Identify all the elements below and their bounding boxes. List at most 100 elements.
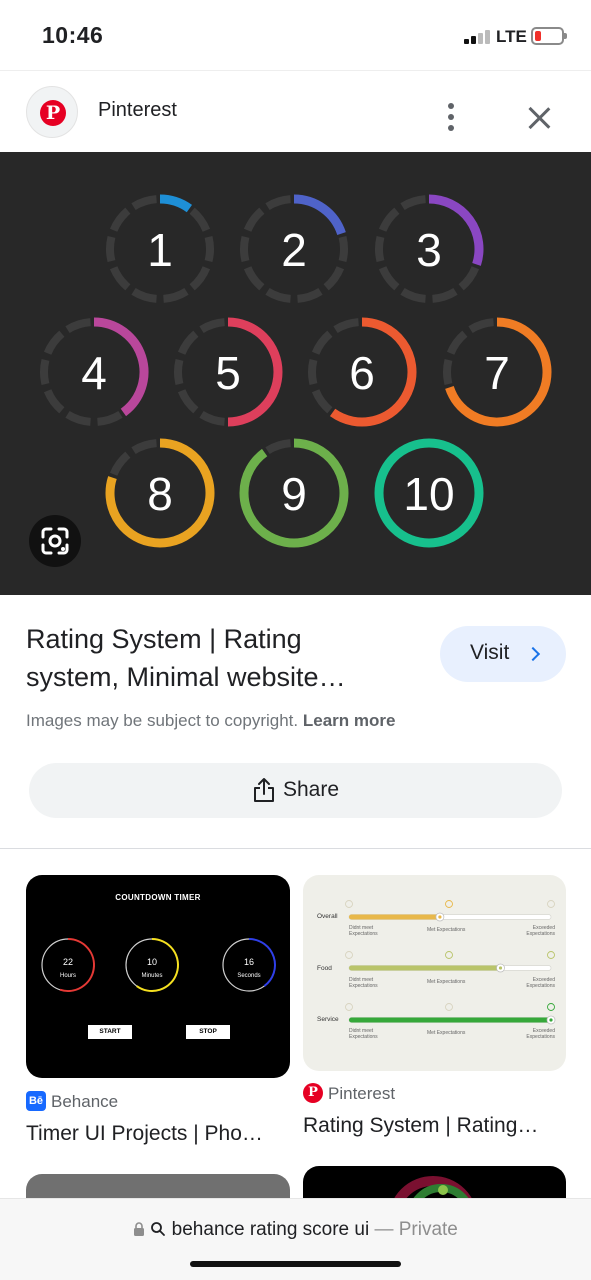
rating-slider — [345, 951, 555, 973]
timer-unit: Minutes — [141, 973, 162, 979]
timer-value: 16 — [244, 957, 254, 967]
related-title[interactable]: Rating System | Rating… — [303, 1114, 566, 1138]
result-title[interactable]: Rating System | Rating system, Minimal w… — [26, 620, 416, 696]
related-title[interactable]: Timer UI Projects | Pho… — [26, 1122, 290, 1146]
ring-track-segment — [43, 330, 65, 355]
rating-row-label: Overall — [317, 913, 338, 920]
rating-ring: 3 — [375, 194, 484, 303]
ring-number: 1 — [147, 224, 173, 276]
ring-track-segment — [163, 287, 189, 303]
ring-number: 3 — [416, 224, 442, 276]
ring-track-segment — [311, 330, 333, 355]
source-name[interactable]: Pinterest — [98, 99, 177, 122]
ring-track-segment — [199, 410, 225, 426]
more-options-icon[interactable] — [440, 101, 462, 133]
ring-track-segment — [174, 358, 184, 386]
lock-icon — [134, 1222, 145, 1236]
timer-value: 10 — [147, 957, 157, 967]
copyright-text: Images may be subject to copyright. — [26, 711, 303, 730]
ring-track-segment — [458, 266, 480, 291]
timer-unit: Hours — [60, 973, 76, 979]
rating-ring: 8 — [105, 438, 215, 548]
rating-ring: 4 — [40, 317, 149, 426]
ring-track-segment — [189, 266, 211, 291]
scale-low: Didnt meet Expectations — [349, 1028, 378, 1040]
ring-track-segment — [97, 410, 123, 426]
address-text[interactable]: behance rating score ui — Private — [0, 1219, 591, 1241]
smiley-icon — [547, 900, 555, 908]
ring-track-segment — [323, 266, 345, 291]
close-icon[interactable] — [524, 103, 554, 133]
status-bar: 10:46 LTE — [0, 0, 591, 70]
scale-high: Exceeded Expectations — [526, 977, 555, 989]
smiley-icon — [345, 1003, 353, 1011]
ring-track-segment — [265, 439, 291, 455]
result-title-line1: Rating System | Rating — [26, 624, 302, 654]
ring-number: 4 — [81, 347, 107, 399]
rating-slider — [345, 1003, 556, 1025]
ring-track-segment — [43, 389, 65, 414]
ring-track-segment — [400, 287, 426, 303]
ring-track-segment — [199, 318, 225, 334]
ring-track-segment — [378, 266, 400, 291]
lens-search-button[interactable] — [29, 515, 81, 567]
learn-more-link[interactable]: Learn more — [303, 711, 396, 730]
share-label: Share — [283, 778, 340, 801]
ring-number: 8 — [147, 468, 173, 520]
rating-ring: 2 — [240, 194, 348, 303]
smiley-icon — [345, 900, 353, 908]
smiley-icon — [345, 951, 353, 959]
rating-row-label: Service — [317, 1016, 339, 1023]
rating-ring: 6 — [308, 317, 417, 427]
smiley-icon — [445, 951, 453, 959]
smiley-icon — [547, 951, 555, 959]
scale-low: Didnt meet Expectations — [349, 925, 378, 937]
divider — [0, 848, 591, 849]
ring-track-segment — [243, 266, 265, 291]
slider-thumb-dot — [498, 966, 503, 970]
ring-track-segment — [308, 358, 318, 386]
related-source[interactable]: Behance — [51, 1092, 118, 1112]
ring-number: 7 — [484, 347, 510, 399]
source-header: P Pinterest — [0, 70, 591, 152]
timer-unit: Seconds — [237, 973, 260, 979]
timer-dial: 22 Hours — [41, 938, 95, 992]
ring-progress-arc — [159, 194, 193, 213]
home-indicator[interactable] — [190, 1261, 401, 1267]
related-image-timer[interactable]: COUNTDOWN TIMER 22 Hours 10 Minutes 16 Second… — [26, 875, 290, 1078]
result-title-line2: system, Minimal website… — [26, 662, 346, 692]
ring-number: 2 — [281, 224, 307, 276]
ring-number: 6 — [349, 347, 375, 399]
ring-track-segment — [177, 389, 199, 414]
timer-dial: 10 Minutes — [125, 938, 180, 992]
smiley-icon — [445, 900, 453, 908]
share-button[interactable]: Share — [29, 763, 562, 818]
scale-low: Didnt meet Expectations — [349, 977, 378, 989]
pinterest-logo-icon[interactable]: P — [26, 86, 78, 138]
behance-logo-icon: Bē — [26, 1091, 46, 1111]
preview-image[interactable]: 1 2 3 4 5 6 7 8 9 10 — [0, 152, 591, 595]
ring-track-segment — [333, 318, 359, 334]
ring-number: 9 — [281, 468, 307, 520]
rating-ring: 7 — [443, 317, 552, 427]
network-type: LTE — [496, 27, 527, 46]
ring-track-segment — [265, 287, 291, 303]
ring-track-segment — [106, 235, 116, 263]
battery-icon — [531, 27, 567, 45]
ring-track-segment — [400, 195, 426, 211]
related-image-rating[interactable]: Overall Food Service Didnt meet Expectat… — [303, 875, 566, 1071]
chevron-right-icon — [525, 646, 541, 662]
ring-track-segment — [65, 318, 91, 334]
ring-track-segment — [131, 287, 157, 303]
browser-address-bar[interactable]: behance rating score ui — Private — [0, 1198, 591, 1280]
related-source[interactable]: Pinterest — [328, 1084, 395, 1104]
search-icon — [151, 1222, 166, 1236]
timer-dial: 16 Seconds — [222, 938, 276, 992]
ring-track-segment — [189, 207, 211, 232]
ring-track-segment — [65, 410, 91, 426]
ring-track-segment — [131, 195, 157, 211]
visit-button[interactable]: Visit — [440, 626, 566, 682]
visit-label: Visit — [470, 641, 510, 664]
ring-track-segment — [109, 207, 131, 232]
slider-thumb-dot — [549, 1018, 553, 1022]
